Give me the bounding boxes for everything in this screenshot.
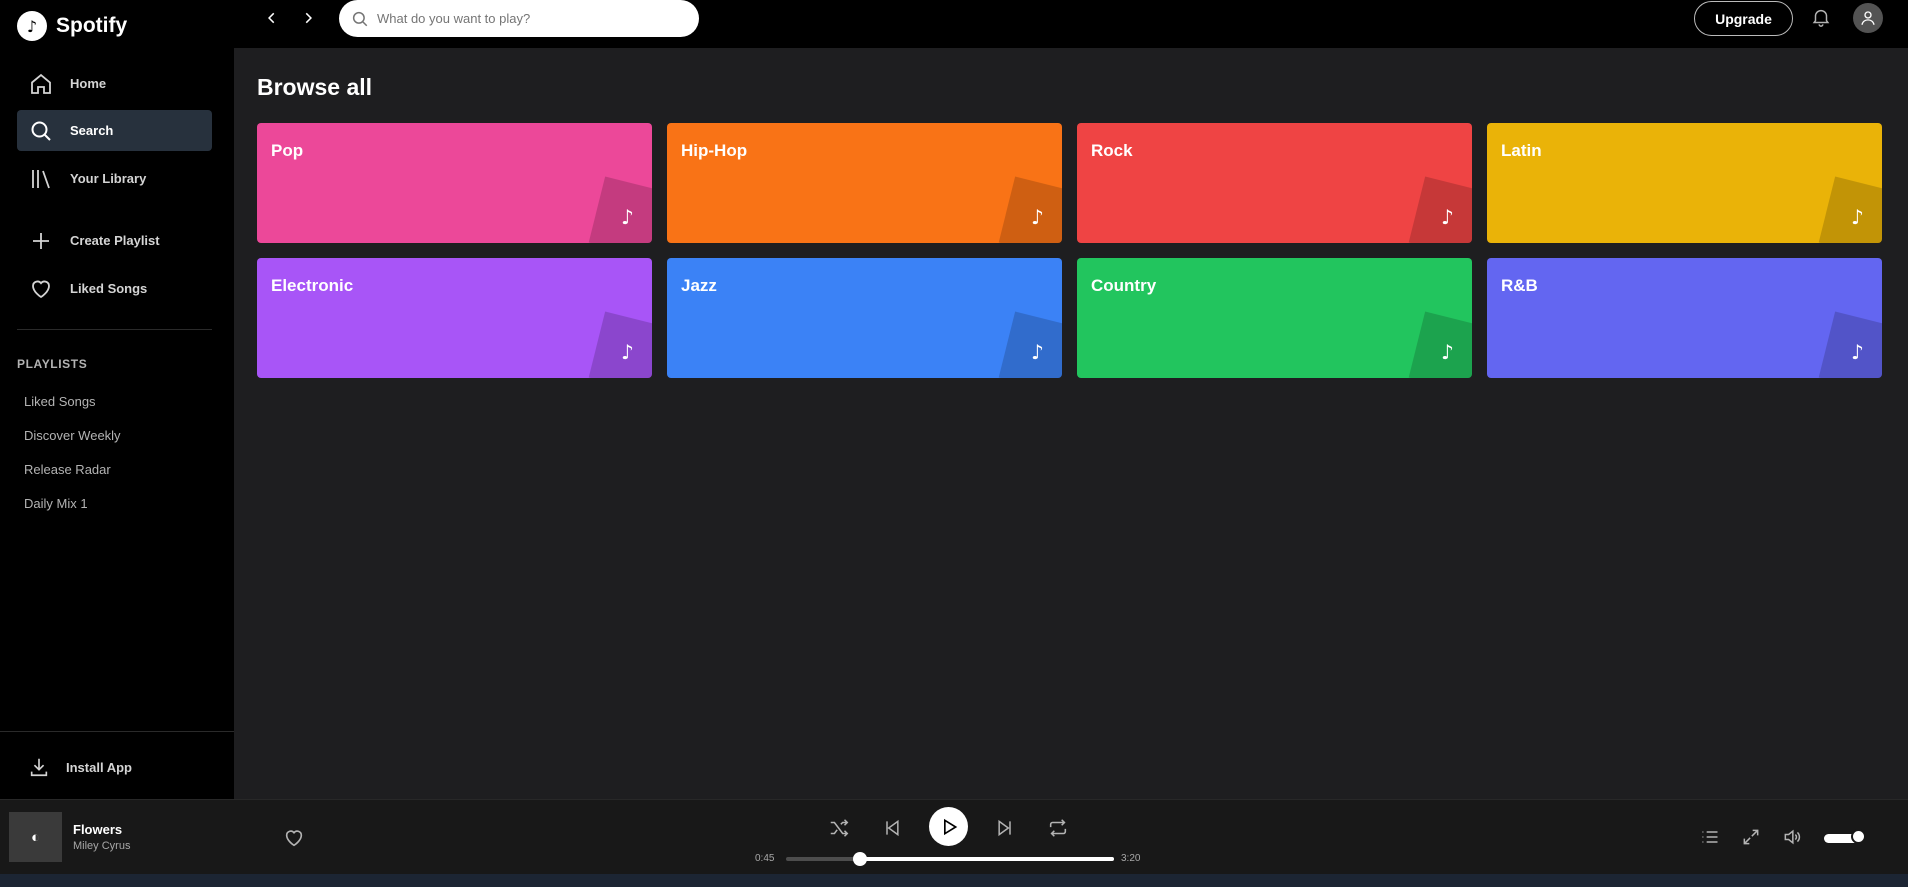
genre-card-rock[interactable]: Rock ♪ (1077, 123, 1472, 243)
genre-card-label: Latin (1501, 141, 1542, 160)
genre-card-rnb[interactable]: R&B ♪ (1487, 258, 1882, 378)
page-title: Browse all (257, 74, 373, 100)
search-icon (352, 11, 368, 26)
upgrade-button[interactable]: Upgrade (1694, 1, 1793, 36)
plus-icon (33, 232, 49, 249)
genre-card-country[interactable]: Country ♪ (1077, 258, 1472, 378)
playlist-item-daily-mix-1[interactable]: Daily Mix 1 (24, 496, 88, 511)
player-bar: ◐ Flowers Miley Cyrus 0:45 3:20 (0, 799, 1908, 874)
top-bar: Upgrade (234, 0, 1908, 48)
music-note-icon: ♪ (1408, 311, 1472, 378)
queue-button[interactable] (1698, 825, 1722, 849)
genre-card-label: Pop (271, 141, 304, 160)
music-note-icon: ♪ (1818, 176, 1882, 243)
nav-home[interactable]: Home (17, 63, 212, 104)
like-track-button[interactable] (283, 827, 305, 849)
genre-card-latin[interactable]: Latin ♪ (1487, 123, 1882, 243)
genre-card-jazz[interactable]: Jazz ♪ (667, 258, 1062, 378)
playlist-item-liked-songs[interactable]: Liked Songs (24, 394, 96, 409)
genre-card-label: Electronic (271, 276, 354, 295)
next-button[interactable] (992, 815, 1018, 841)
sidebar-divider (17, 329, 212, 330)
user-icon (1861, 11, 1875, 25)
volume-icon (1784, 829, 1801, 845)
heart-icon (32, 280, 50, 298)
forward-button[interactable] (297, 7, 319, 29)
home-icon (31, 73, 51, 94)
repeat-icon (1049, 819, 1067, 837)
current-time: 0:45 (755, 853, 775, 864)
genre-card-hip-hop[interactable]: Hip-Hop ♪ (667, 123, 1062, 243)
playlist-item-release-radar[interactable]: Release Radar (24, 462, 111, 477)
play-button[interactable] (929, 807, 968, 846)
back-button[interactable] (261, 7, 283, 29)
spotify-app: ♪ Spotify Home Search Your Library Creat… (0, 0, 1908, 887)
music-note-icon: ♪ (998, 311, 1062, 378)
user-avatar-button[interactable] (1853, 3, 1883, 33)
create-playlist-label: Create Playlist (70, 233, 160, 248)
search-icon (31, 121, 51, 141)
heart-icon (285, 830, 303, 847)
progress-fill (860, 857, 1114, 861)
liked-songs-label: Liked Songs (70, 281, 148, 296)
genre-card-pop[interactable]: Pop ♪ (257, 123, 652, 243)
notifications-button[interactable] (1810, 6, 1834, 30)
volume-button[interactable] (1780, 825, 1804, 849)
genre-card-electronic[interactable]: Electronic ♪ (257, 258, 652, 378)
previous-button[interactable] (879, 815, 905, 841)
playlist-item-discover-weekly[interactable]: Discover Weekly (24, 428, 121, 443)
fullscreen-button[interactable] (1739, 825, 1763, 849)
skip-forward-icon (998, 819, 1011, 837)
main-content: Browse all Pop ♪ Hip-Hop ♪ Rock ♪ Latin ♪ El… (234, 48, 1908, 799)
repeat-button[interactable] (1045, 815, 1071, 841)
total-time: 3:20 (1121, 853, 1141, 864)
search-input[interactable] (377, 11, 677, 26)
music-note-icon: ♪ (1818, 311, 1882, 378)
progress-bar[interactable] (786, 852, 1114, 866)
sidebar: ♪ Spotify Home Search Your Library Creat… (0, 0, 234, 799)
install-app-label: Install App (66, 759, 132, 775)
liked-songs-button[interactable]: Liked Songs (17, 268, 212, 309)
music-note-icon: ♪ (998, 176, 1062, 243)
playlists-header: PLAYLISTS (17, 357, 88, 371)
queue-icon (1702, 831, 1718, 843)
spotify-logo[interactable]: ♪ Spotify (17, 11, 127, 41)
music-note-icon: ♪ (1408, 176, 1472, 243)
nav-library-label: Your Library (70, 171, 147, 186)
app-name: Spotify (56, 14, 128, 37)
library-icon (32, 169, 50, 188)
volume-handle[interactable] (1851, 829, 1866, 844)
create-playlist-button[interactable]: Create Playlist (17, 220, 212, 261)
search-bar[interactable] (339, 0, 699, 37)
shuffle-icon (830, 819, 849, 837)
track-artist[interactable]: Miley Cyrus (73, 840, 130, 852)
progress-handle[interactable] (853, 852, 867, 866)
spotify-logo-icon: ♪ (17, 11, 47, 41)
genre-card-label: R&B (1501, 276, 1538, 295)
download-icon (30, 758, 48, 777)
music-note-icon: ♪ (588, 176, 652, 243)
bell-icon (1812, 9, 1830, 27)
nav-search-label: Search (70, 123, 114, 138)
genre-card-label: Country (1091, 276, 1157, 295)
shuffle-button[interactable] (826, 815, 852, 841)
music-note-icon: ♪ (588, 311, 652, 378)
genre-card-label: Hip-Hop (681, 141, 748, 160)
chevron-right-icon (305, 12, 312, 24)
nav-your-library[interactable]: Your Library (17, 158, 212, 199)
track-title[interactable]: Flowers (73, 822, 122, 837)
nav-search[interactable]: Search (17, 110, 212, 151)
play-icon (943, 818, 957, 835)
install-app-button[interactable]: Install App (28, 756, 132, 778)
os-taskbar (0, 874, 1908, 887)
install-section: Install App (0, 731, 234, 799)
skip-back-icon (886, 819, 899, 837)
genre-grid: Pop ♪ Hip-Hop ♪ Rock ♪ Latin ♪ Electronic ♪ J… (257, 123, 1882, 378)
expand-icon (1743, 829, 1759, 845)
genre-card-label: Rock (1091, 141, 1133, 160)
chevron-left-icon (268, 12, 275, 24)
nav-home-label: Home (70, 76, 107, 91)
genre-card-label: Jazz (681, 276, 717, 295)
album-art[interactable]: ◐ (9, 812, 62, 862)
